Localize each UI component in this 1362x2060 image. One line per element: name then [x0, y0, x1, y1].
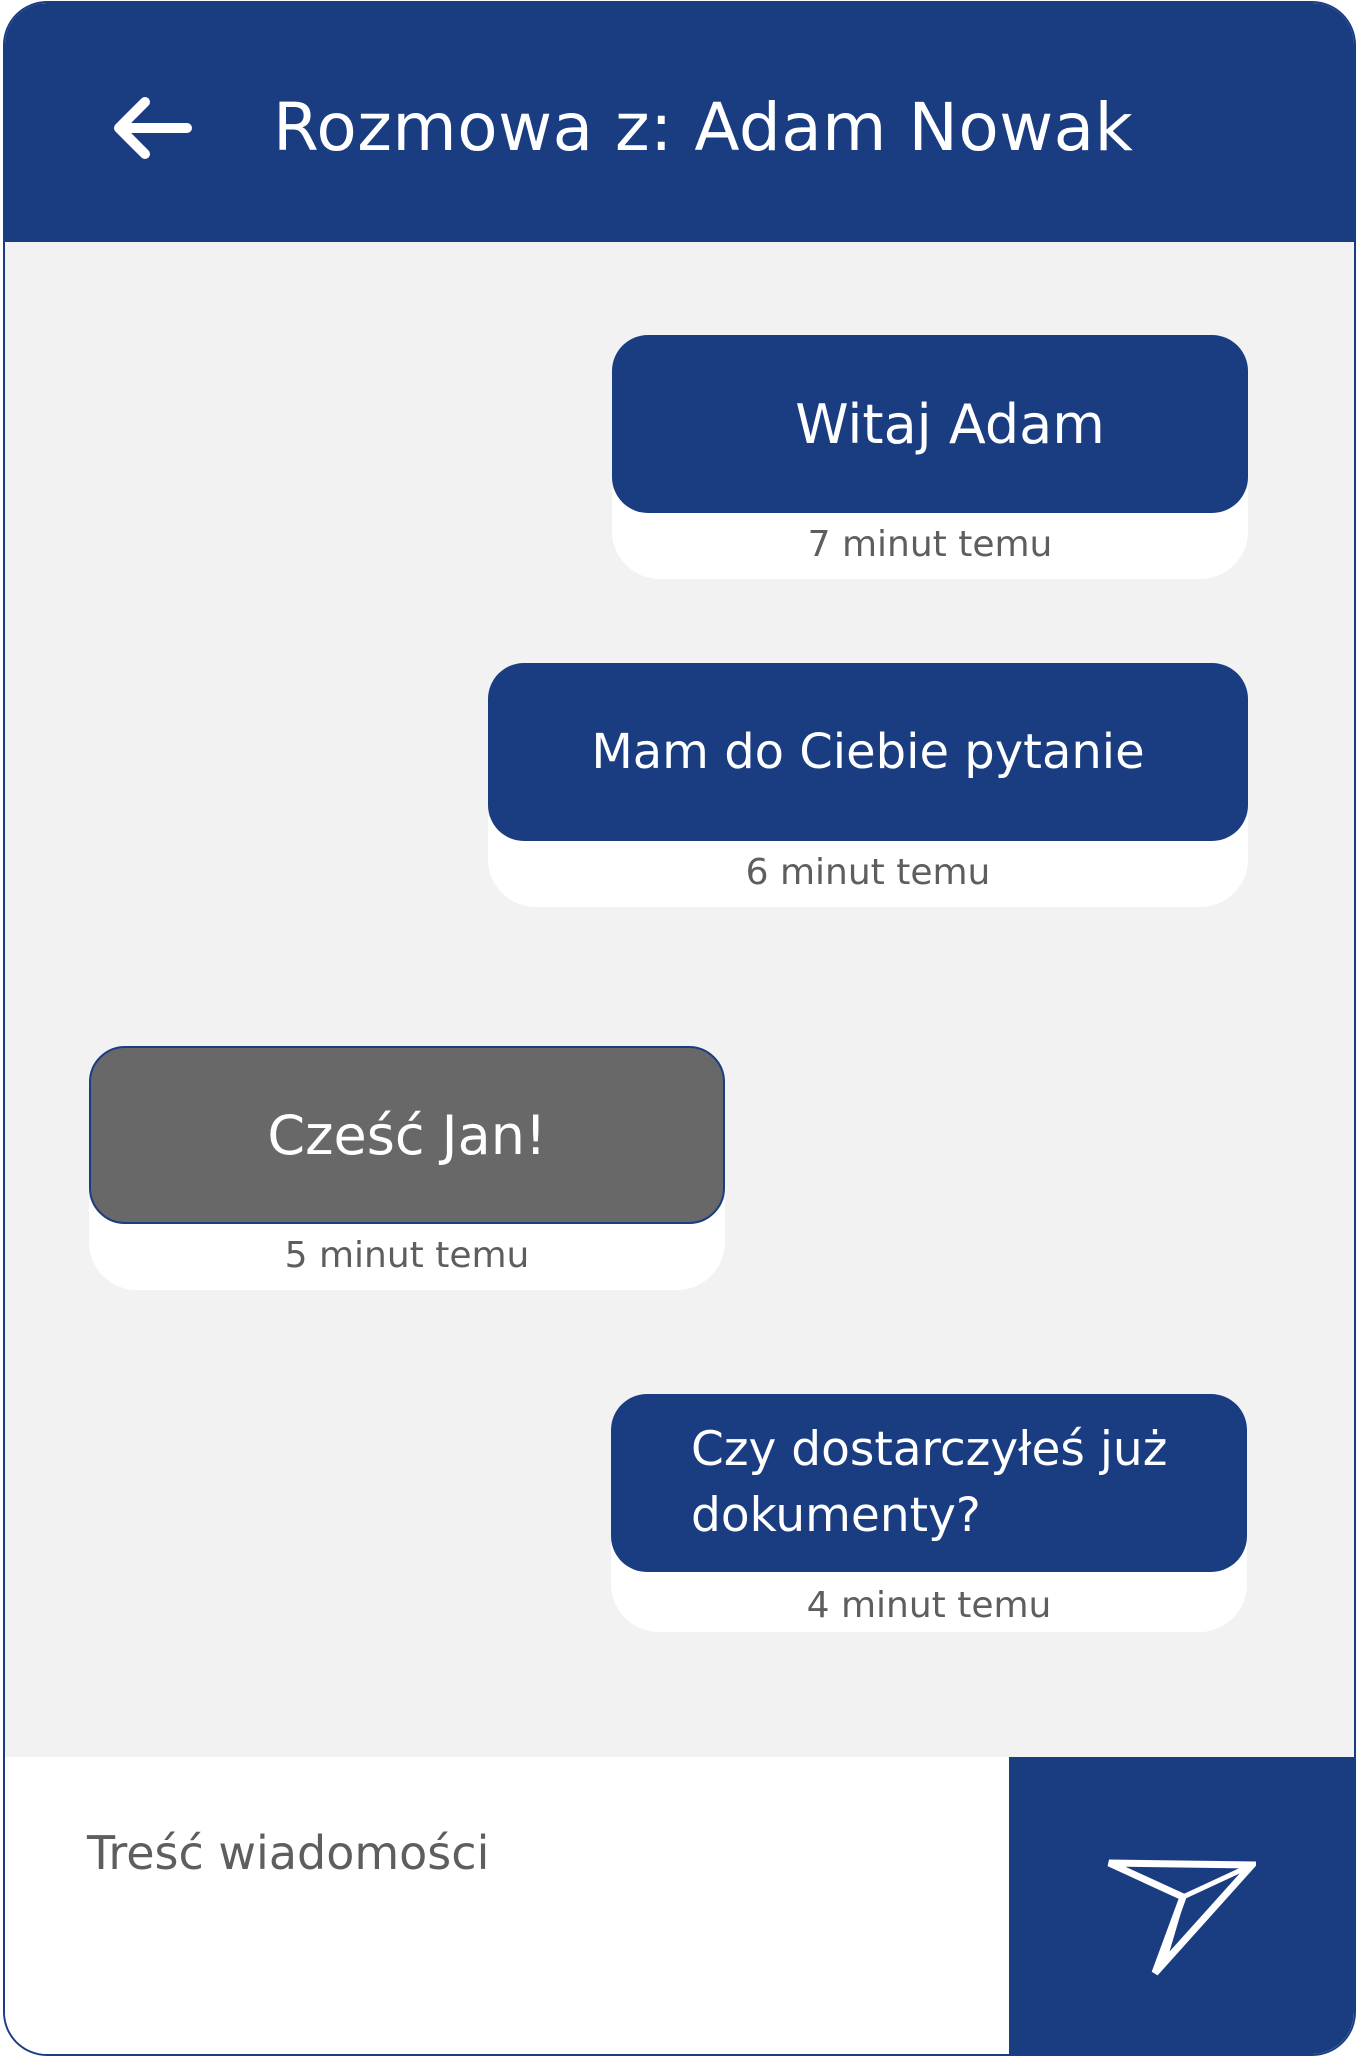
message-text: Mam do Ciebie pytanie [591, 724, 1145, 780]
chat-window: Rozmowa z: Adam Nowak Witaj Adam 7 minut… [3, 1, 1356, 2056]
chat-header: Rozmowa z: Adam Nowak [5, 3, 1354, 242]
message-input[interactable]: Treść wiadomości [87, 1825, 489, 1881]
message-bubble: Cześć Jan! [89, 1046, 725, 1224]
message-text: Cześć Jan! [267, 1103, 547, 1167]
message-text: Witaj Adam [795, 392, 1105, 456]
message-text: Czy dostarczyłeś już dokumenty? [691, 1422, 1168, 1543]
message-outgoing: Czy dostarczyłeś już dokumenty? 4 minut … [611, 1394, 1247, 1632]
message-timestamp: 6 minut temu [745, 852, 991, 893]
send-button[interactable] [1009, 1757, 1354, 2054]
message-bubble: Witaj Adam [612, 335, 1248, 513]
message-outgoing: Witaj Adam 7 minut temu [612, 335, 1248, 579]
message-composer: Treść wiadomości [5, 1757, 1354, 2054]
conversation-title: Rozmowa z: Adam Nowak [273, 89, 1134, 166]
message-bubble: Czy dostarczyłeś już dokumenty? [611, 1394, 1247, 1572]
message-list: Witaj Adam 7 minut temu Mam do Ciebie py… [5, 242, 1354, 1757]
arrow-left-icon [114, 97, 192, 159]
message-outgoing: Mam do Ciebie pytanie 6 minut temu [488, 663, 1248, 907]
message-timestamp: 4 minut temu [806, 1585, 1052, 1626]
message-bubble: Mam do Ciebie pytanie [488, 663, 1248, 841]
back-button[interactable] [105, 83, 195, 173]
message-timestamp: 5 minut temu [284, 1235, 530, 1276]
message-incoming: Cześć Jan! 5 minut temu [89, 1046, 725, 1290]
message-timestamp: 7 minut temu [807, 524, 1053, 565]
paper-plane-icon [1107, 1859, 1256, 1976]
